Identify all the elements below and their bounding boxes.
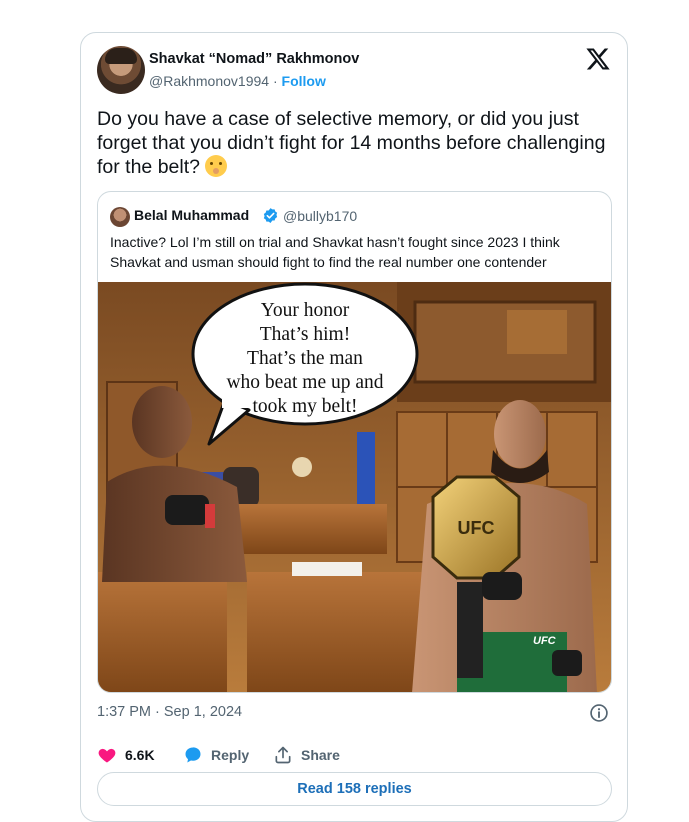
emoji-shushing-face-icon [205, 155, 228, 177]
shorts-logo: UFC [533, 635, 557, 647]
belt-strap [457, 582, 483, 678]
right-fighter-glove [482, 572, 522, 600]
reply-bubble-icon [185, 747, 201, 763]
speech-line-1: Your honor [261, 300, 350, 321]
left-fighter-glove [165, 495, 209, 525]
share-button[interactable]: Share [273, 743, 340, 767]
speech-line-2: That’s him! [260, 324, 350, 345]
right-fighter-glove-2 [552, 650, 582, 676]
info-icon[interactable] [589, 703, 609, 723]
reply-label: Reply [211, 747, 250, 763]
tweet-timestamp[interactable]: 1:37 PM · Sep 1, 2024 [97, 704, 242, 720]
court-seal [507, 310, 567, 354]
meta-separator: · [269, 73, 282, 89]
speech-line-5: took my belt! [252, 396, 357, 417]
reply-button[interactable]: Reply [183, 743, 249, 767]
x-logo-icon[interactable] [585, 46, 611, 72]
papers [292, 562, 362, 576]
author-name[interactable]: Shavkat “Nomad” Rakhmonov [149, 51, 359, 67]
quoted-image[interactable]: UFC UFC Your honor That’s him! That’s th… [97, 282, 612, 693]
like-button[interactable]: 6.6K [97, 743, 155, 767]
speech-line-4: who beat me up and [226, 372, 383, 393]
tweet-card: Shavkat “Nomad” Rakhmonov @Rakhmonov1994… [80, 32, 628, 822]
quoted-text: Inactive? Lol I’m still on trial and Sha… [110, 234, 560, 270]
quoted-author-name[interactable]: Belal Muhammad [134, 207, 249, 223]
share-label: Share [301, 747, 340, 763]
lamp [292, 457, 312, 477]
tweet-text: Do you have a case of selective memory, … [97, 108, 606, 178]
author-avatar[interactable] [97, 46, 145, 94]
left-fighter-glove-strap [205, 504, 215, 528]
author-meta: @Rakhmonov1994 · Follow [149, 73, 326, 89]
speech-line-3: That’s the man [247, 348, 363, 369]
witness-stand [98, 572, 227, 692]
carved-panel [413, 300, 597, 384]
quoted-author-avatar[interactable] [110, 207, 130, 227]
belt-logo: UFC [458, 518, 495, 538]
like-count: 6.6K [125, 747, 155, 763]
tweet-text-container: Do you have a case of selective memory, … [97, 107, 609, 179]
author-handle[interactable]: @Rakhmonov1994 [149, 73, 269, 89]
verified-badge-icon [263, 208, 278, 223]
quoted-tweet[interactable]: Belal Muhammad @bullyb170 Inactive? Lol … [97, 191, 612, 693]
left-fighter-head [132, 386, 192, 458]
judge-bench [237, 504, 387, 554]
share-icon [275, 746, 291, 764]
follow-button[interactable]: Follow [282, 73, 326, 89]
heart-icon [98, 748, 116, 763]
right-fighter-head [494, 400, 546, 468]
quoted-author-handle[interactable]: @bullyb170 [283, 208, 357, 224]
read-replies-button[interactable]: Read 158 replies [97, 772, 612, 806]
